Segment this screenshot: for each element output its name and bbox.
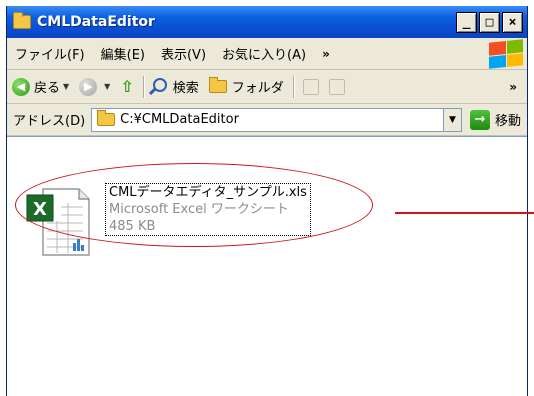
go-label: 移動 bbox=[494, 114, 521, 129]
copy-to-icon[interactable] bbox=[328, 78, 345, 95]
address-path: C:¥CMLDataEditor bbox=[120, 112, 239, 127]
move-to-icon[interactable] bbox=[302, 78, 319, 95]
folders-button[interactable]: フォルダ bbox=[204, 77, 289, 96]
search-label: 検索 bbox=[172, 81, 199, 96]
up-arrow-icon: ⇧ bbox=[120, 77, 134, 96]
folders-label: フォルダ bbox=[231, 81, 284, 96]
go-arrow-icon: → bbox=[469, 109, 490, 130]
chevron-down-icon[interactable]: ▼ bbox=[442, 108, 461, 131]
title-bar[interactable]: CMLDataEditor _ □ × bbox=[7, 6, 527, 38]
forward-arrow-icon: ▶ bbox=[79, 77, 98, 96]
standard-toolbar: ◀ 戻る ▼ ▶ ▼ ⇧ 検索 フォルダ » bbox=[7, 70, 527, 104]
address-label: アドレス(D) bbox=[13, 114, 86, 129]
menu-favorites[interactable]: お気に入り(A) bbox=[214, 44, 314, 63]
go-button[interactable]: → 移動 bbox=[462, 109, 527, 130]
menu-view[interactable]: 表示(V) bbox=[153, 44, 214, 63]
back-arrow-icon: ◀ bbox=[12, 77, 30, 96]
up-folder-button[interactable]: ⇧ bbox=[115, 77, 138, 96]
chevron-down-icon[interactable]: ▼ bbox=[63, 82, 69, 91]
minimize-button[interactable]: _ bbox=[456, 12, 477, 33]
address-input[interactable]: C:¥CMLDataEditor ▼ bbox=[91, 107, 462, 132]
callout-line bbox=[395, 212, 534, 214]
folder-icon bbox=[13, 12, 31, 29]
back-button[interactable]: ◀ 戻る ▼ bbox=[7, 77, 74, 96]
back-label: 戻る bbox=[34, 81, 61, 96]
menu-file[interactable]: ファイル(F) bbox=[7, 44, 93, 63]
highlight-ellipse bbox=[15, 163, 373, 247]
menu-chevron-icon[interactable]: » bbox=[322, 47, 330, 61]
forward-button[interactable]: ▶ ▼ bbox=[74, 77, 115, 96]
close-button[interactable]: × bbox=[502, 12, 523, 33]
maximize-button[interactable]: □ bbox=[479, 12, 500, 33]
toolbar-chevron-icon[interactable]: » bbox=[509, 80, 517, 94]
folder-icon bbox=[97, 110, 116, 126]
menu-bar: ファイル(F) 編集(E) 表示(V) お気に入り(A) » bbox=[7, 38, 527, 70]
address-bar: アドレス(D) C:¥CMLDataEditor ▼ → 移動 bbox=[7, 104, 527, 136]
search-icon bbox=[152, 77, 167, 92]
window-title: CMLDataEditor bbox=[37, 14, 155, 30]
toolbar-divider bbox=[142, 75, 144, 98]
windows-logo-icon bbox=[489, 39, 523, 69]
search-button[interactable]: 検索 bbox=[148, 77, 204, 96]
toolbar-divider bbox=[292, 75, 294, 98]
chevron-down-icon[interactable]: ▼ bbox=[104, 82, 110, 91]
folder-icon bbox=[208, 77, 227, 93]
file-list[interactable]: X CMLデータエディタ_サンプル.xls Microsoft Excel ワー… bbox=[7, 136, 534, 396]
window-controls: _ □ × bbox=[456, 12, 523, 33]
menu-edit[interactable]: 編集(E) bbox=[93, 44, 153, 63]
explorer-window: CMLDataEditor _ □ × ファイル(F) 編集(E) 表示(V) … bbox=[6, 6, 534, 396]
